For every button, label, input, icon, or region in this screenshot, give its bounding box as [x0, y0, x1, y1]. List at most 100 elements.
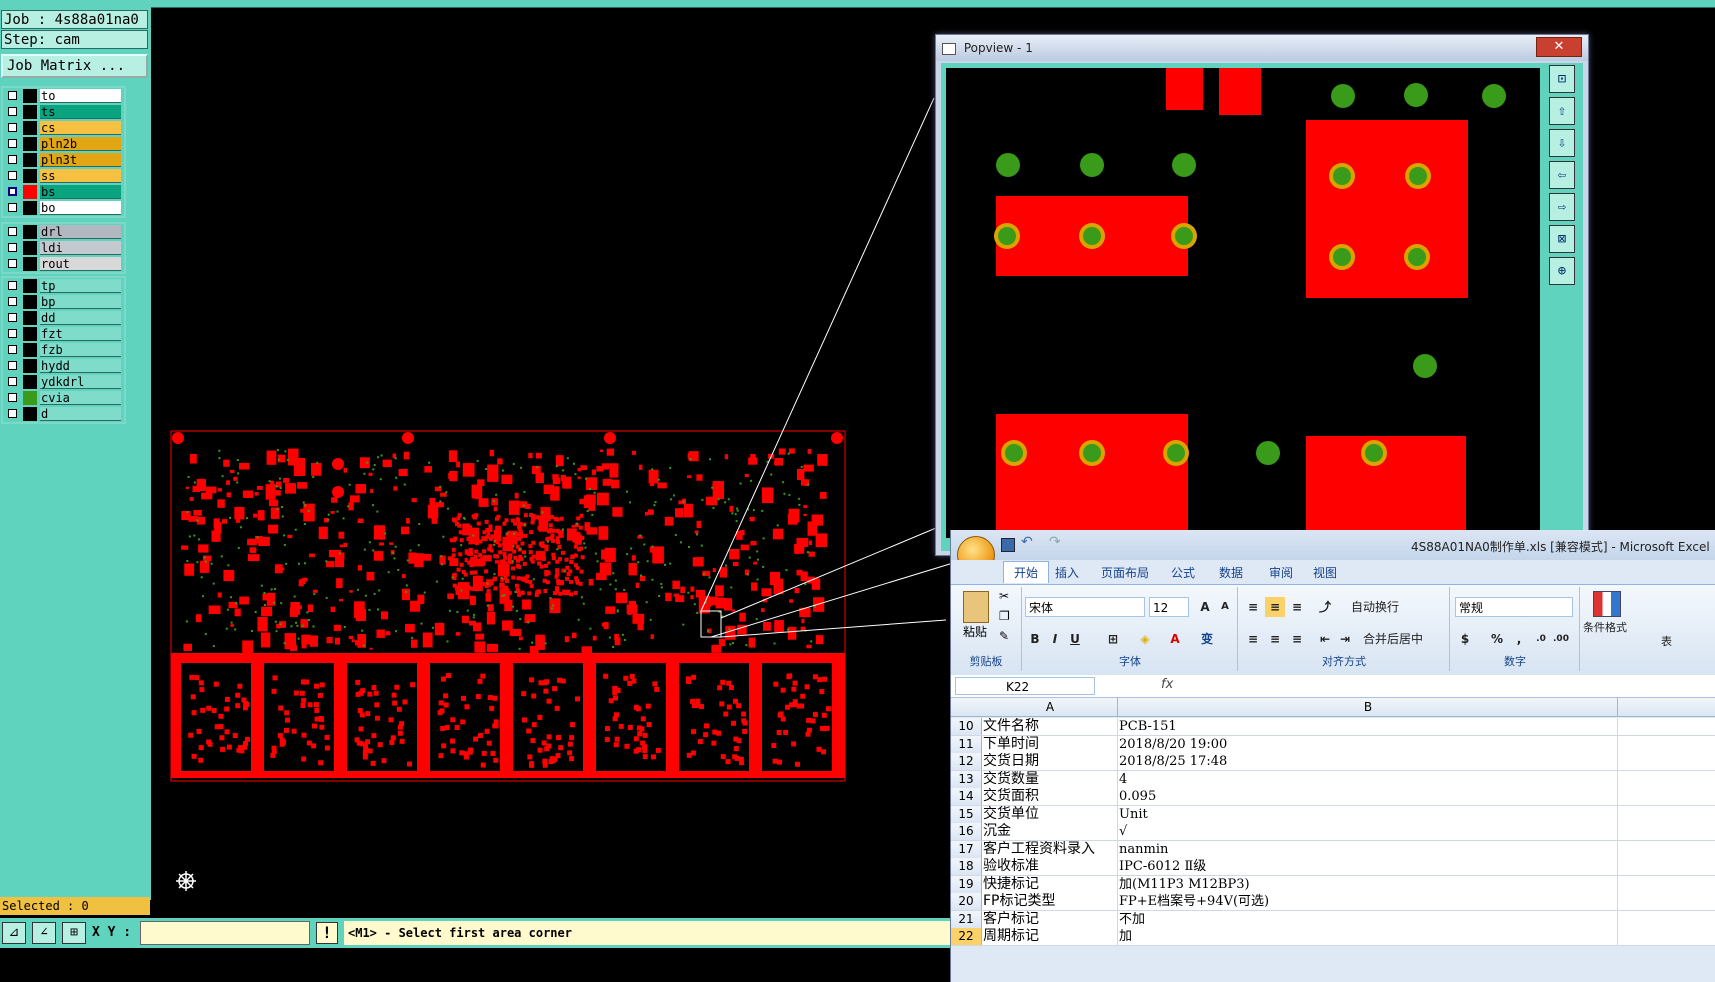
layer-row-cvia[interactable]: cvia	[3, 390, 124, 406]
table-format-button[interactable]: 表	[1661, 633, 1672, 649]
layer-checkbox[interactable]	[8, 313, 17, 322]
layer-row-fzt[interactable]: fzt	[3, 326, 124, 342]
row-number[interactable]: 10	[951, 718, 982, 735]
cell-b[interactable]: 0.095	[1119, 788, 1618, 805]
layer-row-fzb[interactable]: fzb	[3, 342, 124, 358]
layer-color-swatch[interactable]	[23, 311, 37, 325]
align-bottom-icon[interactable]: ≡	[1287, 597, 1307, 617]
insert-function-icon[interactable]: fx	[1161, 677, 1173, 692]
layer-row-drl[interactable]: drl	[3, 224, 124, 240]
cell-a[interactable]: 验收标准	[983, 858, 1118, 875]
row-number[interactable]: 14	[951, 788, 982, 805]
tab-3[interactable]: 公式	[1171, 564, 1195, 581]
cell-b[interactable]: FP+E档案号+94V(可选)	[1119, 893, 1618, 910]
number-format-select[interactable]: 常规	[1455, 597, 1573, 617]
align-middle-icon[interactable]: ≡	[1265, 597, 1285, 617]
popview-titlebar[interactable]: Popview - 1 ✕	[936, 35, 1588, 61]
row-number[interactable]: 11	[951, 735, 982, 753]
cell-a[interactable]: FP标记类型	[983, 893, 1118, 910]
layer-name[interactable]: dd	[40, 311, 121, 325]
layer-row-hydd[interactable]: hydd	[3, 358, 124, 374]
xy-input[interactable]	[140, 921, 310, 945]
layer-name[interactable]: rout	[40, 257, 121, 271]
layer-color-swatch[interactable]	[23, 89, 37, 103]
layer-name[interactable]: fzt	[40, 327, 121, 341]
layer-checkbox[interactable]	[8, 377, 17, 386]
cell-b[interactable]: 加(M11P3 M12BP3)	[1119, 875, 1618, 893]
italic-icon[interactable]: I	[1045, 629, 1065, 649]
excel-window[interactable]: ↶ ↷ 4S88A01NA0制作单.xls [兼容模式] - Microsoft…	[950, 530, 1715, 982]
zoom-fit-icon[interactable]: ⊡	[1549, 65, 1575, 93]
shrink-font-icon[interactable]: A	[1215, 597, 1235, 617]
row-number[interactable]: 21	[951, 910, 982, 928]
layer-checkbox[interactable]	[8, 393, 17, 402]
layer-checkbox[interactable]	[8, 155, 17, 164]
layer-checkbox[interactable]	[8, 91, 17, 100]
layer-row-ydkdrl[interactable]: ydkdrl	[3, 374, 124, 390]
percent-icon[interactable]: %	[1487, 629, 1507, 649]
pan-down-icon[interactable]: ⇩	[1549, 129, 1575, 157]
layer-name[interactable]: drl	[40, 225, 121, 239]
cell-b[interactable]: 加	[1119, 928, 1618, 945]
cell-b[interactable]: 4	[1119, 770, 1618, 788]
layer-name[interactable]: d	[40, 407, 121, 421]
layer-row-bp[interactable]: bp	[3, 294, 124, 310]
layer-name[interactable]: pln3t	[40, 153, 121, 167]
font-color-icon[interactable]: A	[1165, 629, 1185, 649]
row-number[interactable]: 20	[951, 893, 982, 910]
layer-color-swatch[interactable]	[23, 327, 37, 341]
layer-row-dd[interactable]: dd	[3, 310, 124, 326]
conditional-format-icon[interactable]	[1593, 591, 1621, 617]
layer-color-swatch[interactable]	[23, 169, 37, 183]
measure-tool-icon[interactable]: ∠	[32, 922, 56, 944]
merge-center-button[interactable]: 合并后居中	[1363, 629, 1423, 649]
cell-b[interactable]: 2018/8/20 19:00	[1119, 735, 1618, 753]
cell-a[interactable]: 客户工程资料录入	[983, 840, 1118, 858]
layer-name[interactable]: tp	[40, 279, 121, 293]
layer-checkbox[interactable]	[8, 123, 17, 132]
layer-checkbox[interactable]	[8, 297, 17, 306]
tab-0[interactable]: 开始	[1003, 561, 1050, 583]
layer-checkbox[interactable]	[8, 409, 17, 418]
pan-right-icon[interactable]: ⇨	[1549, 193, 1575, 221]
layer-name[interactable]: hydd	[40, 359, 121, 373]
layer-color-swatch[interactable]	[23, 407, 37, 421]
grow-font-icon[interactable]: A	[1195, 597, 1215, 617]
close-button[interactable]: ✕	[1536, 37, 1582, 57]
layer-color-swatch[interactable]	[23, 201, 37, 215]
cut-icon[interactable]: ✂	[999, 589, 1009, 603]
layer-row-pln2b[interactable]: pln2b	[3, 136, 124, 152]
pan-left-icon[interactable]: ⇦	[1549, 161, 1575, 189]
layer-name[interactable]: ldi	[40, 241, 121, 255]
bold-icon[interactable]: B	[1025, 629, 1045, 649]
layer-checkbox[interactable]	[8, 227, 17, 236]
layer-row-bs[interactable]: bs	[3, 184, 124, 200]
zoom-in-icon[interactable]: ⊕	[1549, 257, 1575, 285]
row-number[interactable]: 13	[951, 770, 982, 788]
layer-color-swatch[interactable]	[23, 257, 37, 271]
cell-b[interactable]: nanmin	[1119, 840, 1618, 858]
layer-color-swatch[interactable]	[23, 185, 37, 199]
align-top-icon[interactable]: ≡	[1243, 597, 1263, 617]
layer-checkbox[interactable]	[8, 171, 17, 180]
layer-color-swatch[interactable]	[23, 241, 37, 255]
layer-row-d[interactable]: d	[3, 406, 124, 422]
font-size-select[interactable]: 12	[1149, 597, 1189, 617]
layer-color-swatch[interactable]	[23, 121, 37, 135]
copy-icon[interactable]: ❐	[999, 609, 1010, 623]
job-matrix-button[interactable]: Job Matrix ...	[1, 54, 148, 78]
name-box[interactable]: K22	[955, 677, 1095, 695]
orientation-icon[interactable]: ⤴	[1315, 597, 1335, 617]
layer-row-bo[interactable]: bo	[3, 200, 124, 216]
column-b-header[interactable]: B	[1119, 698, 1618, 716]
layer-name[interactable]: ydkdrl	[40, 375, 121, 389]
column-a-header[interactable]: A	[983, 698, 1118, 716]
cell-a[interactable]: 文件名称	[983, 718, 1118, 735]
cell-a[interactable]: 客户标记	[983, 910, 1118, 928]
tab-1[interactable]: 插入	[1055, 564, 1079, 581]
cell-a[interactable]: 快捷标记	[983, 875, 1118, 893]
popview-window[interactable]: Popview - 1 ✕ ⊡ ⇧ ⇩ ⇦ ⇨ ⊠ ⊕	[935, 34, 1589, 556]
layer-name[interactable]: bs	[40, 185, 121, 199]
cell-a[interactable]: 沉金	[983, 823, 1118, 840]
tab-4[interactable]: 数据	[1219, 564, 1243, 581]
